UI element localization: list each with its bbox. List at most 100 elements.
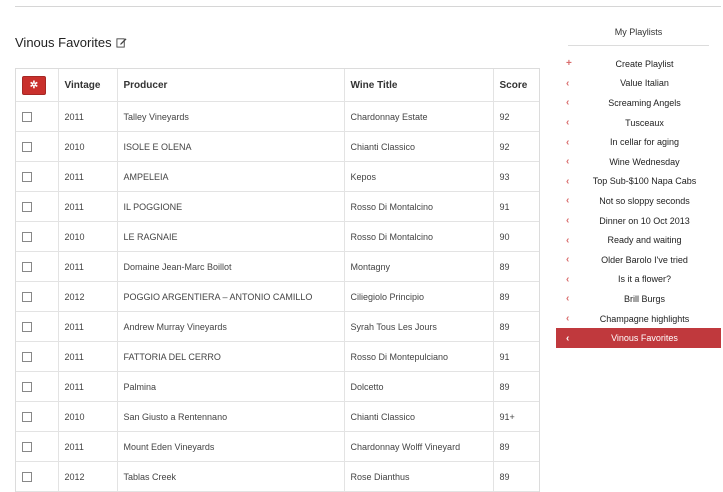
chevron-left-icon: ‹	[566, 293, 570, 305]
row-checkbox[interactable]	[22, 231, 32, 242]
playlist-item[interactable]: ‹ Tusceaux	[556, 113, 721, 133]
row-select-cell	[16, 221, 59, 252]
column-header-vintage[interactable]: Vintage	[58, 69, 118, 102]
wine-title-cell: Rose Dianthus	[344, 461, 494, 492]
row-checkbox[interactable]	[22, 381, 32, 392]
playlist-item[interactable]: ‹ Ready and waiting	[556, 230, 721, 250]
row-checkbox[interactable]	[22, 291, 32, 302]
playlist-item[interactable]: ‹ Brill Burgs	[556, 289, 721, 309]
playlists-sidebar: My Playlists + Create Playlist ‹ Value It…	[556, 20, 721, 348]
table-row[interactable]: 2010 ISOLE E OLENA Chianti Classico 92	[16, 131, 539, 162]
row-checkbox[interactable]	[22, 441, 32, 452]
playlist-item[interactable]: ‹ Wine Wednesday	[556, 152, 721, 172]
playlist-item[interactable]: ‹ In cellar for aging	[556, 132, 721, 152]
page-title: Vinous Favorites	[15, 35, 127, 50]
playlist-label: Ready and waiting	[607, 235, 682, 246]
wine-title-cell: Kepos	[344, 161, 494, 192]
score-cell: 90	[493, 221, 539, 252]
producer-cell: Mount Eden Vineyards	[117, 431, 345, 462]
playlist-item[interactable]: ‹ Screaming Angels	[556, 93, 721, 113]
row-checkbox[interactable]	[22, 351, 32, 362]
row-select-cell	[16, 401, 59, 432]
playlist-label: Dinner on 10 Oct 2013	[599, 215, 690, 226]
playlist-item[interactable]: ‹ Value Italian	[556, 74, 721, 94]
producer-cell: FATTORIA DEL CERRO	[117, 341, 345, 372]
table-row[interactable]: 2011 FATTORIA DEL CERRO Rosso Di Montepulc…	[16, 341, 539, 372]
vintage-cell: 2012	[58, 461, 118, 492]
table-row[interactable]: 2011 Andrew Murray Vineyards Syrah Tous Le…	[16, 311, 539, 342]
score-cell: 91	[493, 341, 539, 372]
playlist-item[interactable]: ‹ Dinner on 10 Oct 2013	[556, 211, 721, 231]
row-checkbox[interactable]	[22, 201, 32, 212]
column-header-producer[interactable]: Producer	[117, 69, 345, 102]
playlist-item[interactable]: ‹ Vinous Favorites	[556, 328, 721, 348]
score-cell: 92	[493, 131, 539, 162]
row-select-cell	[16, 131, 59, 162]
vintage-cell: 2012	[58, 281, 118, 312]
playlist-item[interactable]: ‹ Top Sub-$100 Napa Cabs	[556, 172, 721, 192]
wine-title-cell: Rosso Di Montepulciano	[344, 341, 494, 372]
score-cell: 89	[493, 281, 539, 312]
playlist-label: Wine Wednesday	[609, 156, 680, 167]
wine-title-cell: Montagny	[344, 251, 494, 282]
playlist-item[interactable]: ‹ Is it a flower?	[556, 270, 721, 290]
table-header-row: ✲ Vintage Producer Wine Title Score	[16, 69, 539, 102]
row-checkbox[interactable]	[22, 141, 32, 152]
edit-icon[interactable]	[116, 37, 127, 48]
chevron-left-icon: ‹	[566, 97, 570, 109]
column-header-score[interactable]: Score	[493, 69, 539, 102]
vintage-cell: 2010	[58, 131, 118, 162]
wine-table-panel: ✲ Vintage Producer Wine Title Score 2011…	[15, 68, 540, 492]
table-row[interactable]: 2012 POGGIO ARGENTIERA – ANTONIO CAMILLO C…	[16, 281, 539, 312]
table-row[interactable]: 2011 Domaine Jean-Marc Boillot Montagny 89	[16, 251, 539, 282]
chevron-left-icon: ‹	[566, 136, 570, 148]
playlist-item[interactable]: ‹ Champagne highlights	[556, 309, 721, 329]
wine-table: ✲ Vintage Producer Wine Title Score 2011…	[16, 69, 539, 492]
row-select-cell	[16, 191, 59, 222]
producer-cell: Domaine Jean-Marc Boillot	[117, 251, 345, 282]
score-cell: 89	[493, 371, 539, 402]
row-checkbox[interactable]	[22, 171, 32, 182]
chevron-left-icon: ‹	[566, 234, 570, 246]
table-row[interactable]: 2010 LE RAGNAIE Rosso Di Montalcino 90	[16, 221, 539, 252]
playlist-label: Brill Burgs	[623, 293, 665, 304]
create-playlist-button[interactable]: + Create Playlist	[556, 54, 721, 74]
settings-header: ✲	[16, 69, 59, 102]
table-row[interactable]: 2011 IL POGGIONE Rosso Di Montalcino 91	[16, 191, 539, 222]
settings-button[interactable]: ✲	[22, 75, 46, 95]
table-body: 2011 Talley Vineyards Chardonnay Estate 92 2…	[16, 101, 539, 492]
row-checkbox[interactable]	[22, 471, 32, 482]
score-cell: 89	[493, 431, 539, 462]
producer-cell: San Giusto a Rentennano	[117, 401, 345, 432]
wine-title-cell: Dolcetto	[344, 371, 494, 402]
vintage-cell: 2011	[58, 161, 118, 192]
row-checkbox[interactable]	[22, 321, 32, 332]
sidebar-divider	[568, 45, 709, 46]
score-cell: 89	[493, 251, 539, 282]
wine-title-cell: Chianti Classico	[344, 401, 494, 432]
playlist-label: Screaming Angels	[608, 97, 681, 108]
chevron-left-icon: ‹	[566, 332, 570, 344]
table-row[interactable]: 2011 Talley Vineyards Chardonnay Estate 92	[16, 101, 539, 132]
row-select-cell	[16, 251, 59, 282]
chevron-left-icon: ‹	[566, 156, 570, 168]
vintage-cell: 2011	[58, 431, 118, 462]
row-checkbox[interactable]	[22, 411, 32, 422]
playlist-item[interactable]: ‹ Not so sloppy seconds	[556, 191, 721, 211]
sidebar-title: My Playlists	[614, 27, 663, 37]
table-row[interactable]: 2011 Mount Eden Vineyards Chardonnay Wolff…	[16, 431, 539, 462]
table-row[interactable]: 2011 Palmina Dolcetto 89	[16, 371, 539, 402]
chevron-left-icon: ‹	[566, 254, 570, 266]
playlist-item[interactable]: ‹ Older Barolo I've tried	[556, 250, 721, 270]
table-row[interactable]: 2012 Tablas Creek Rose Dianthus 89	[16, 461, 539, 492]
table-row[interactable]: 2010 San Giusto a Rentennano Chianti Class…	[16, 401, 539, 432]
row-checkbox[interactable]	[22, 261, 32, 272]
chevron-left-icon: ‹	[566, 77, 570, 89]
column-header-wine-title[interactable]: Wine Title	[344, 69, 494, 102]
table-row[interactable]: 2011 AMPELEIA Kepos 93	[16, 161, 539, 192]
score-cell: 92	[493, 101, 539, 132]
gear-icon: ✲	[29, 79, 39, 91]
row-checkbox[interactable]	[22, 111, 32, 122]
row-select-cell	[16, 371, 59, 402]
vintage-cell: 2011	[58, 311, 118, 342]
